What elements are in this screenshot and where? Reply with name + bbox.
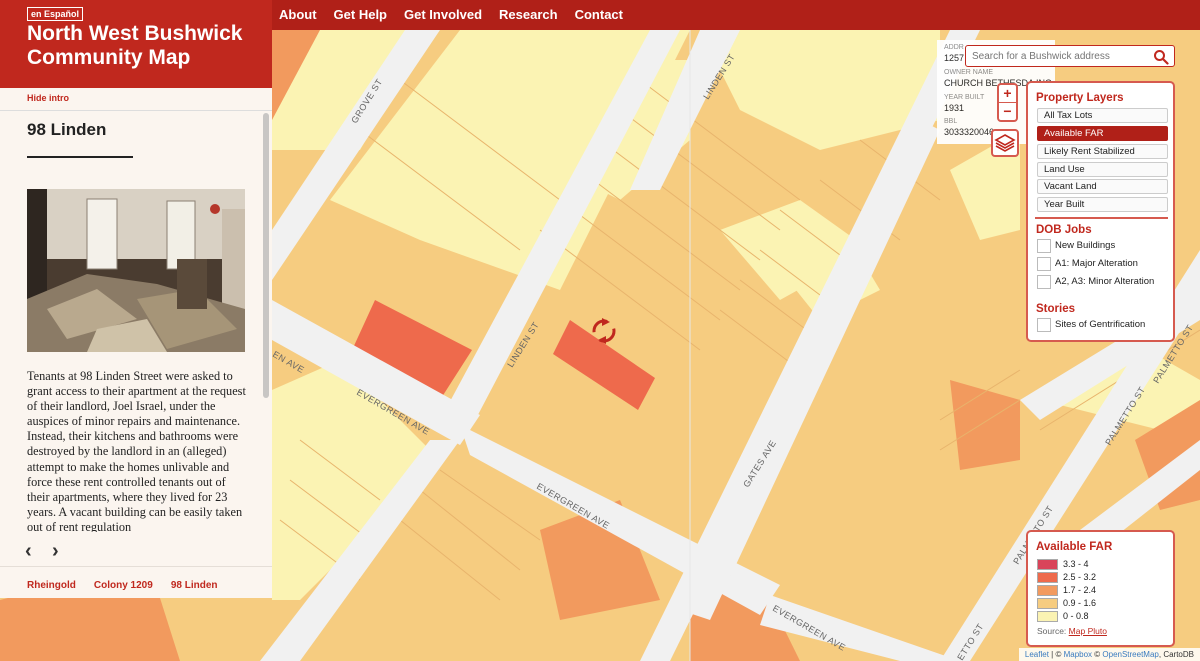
zoom-out-button[interactable]: − — [997, 102, 1018, 122]
legend-swatch — [1037, 598, 1058, 609]
layers-toggle-button[interactable] — [991, 129, 1019, 157]
legend-label: 3.3 - 4 — [1063, 559, 1089, 569]
stories-heading: Stories — [1036, 303, 1075, 315]
legend-swatch — [1037, 585, 1058, 596]
legend-source: Source: Map Pluto — [1037, 626, 1107, 636]
legend-title: Available FAR — [1036, 541, 1113, 553]
zoom-in-button[interactable]: + — [997, 83, 1018, 104]
layers-icon — [994, 134, 1016, 152]
hide-intro-link[interactable]: Hide intro — [27, 93, 69, 103]
story-link-rheingold[interactable]: Rheingold — [27, 580, 76, 591]
nav-get-involved[interactable]: Get Involved — [404, 0, 482, 30]
leaflet-link[interactable]: Leaflet — [1025, 650, 1049, 659]
legend-swatch — [1037, 559, 1058, 570]
layer-all-tax-lots[interactable]: All Tax Lots — [1037, 108, 1168, 123]
layer-vacant-land[interactable]: Vacant Land — [1037, 179, 1168, 194]
layer-land-use[interactable]: Land Use — [1037, 162, 1168, 177]
legend-label: 2.5 - 3.2 — [1063, 572, 1097, 582]
checkbox-label: New Buildings — [1055, 240, 1116, 251]
search-input[interactable] — [972, 49, 1147, 63]
story-photo — [27, 189, 245, 352]
address-value: 1257 — [944, 53, 965, 63]
story-link-98-linden[interactable]: 98 Linden — [171, 580, 218, 591]
map-pluto-link[interactable]: Map Pluto — [1069, 626, 1107, 636]
layer-panel: Property Layers All Tax Lots Available F… — [1026, 81, 1175, 342]
legend-label: 0.9 - 1.6 — [1063, 598, 1097, 608]
owner-label: OWNER NAME — [944, 69, 993, 76]
site-title[interactable]: North West Bushwick Community Map — [27, 22, 242, 70]
bbl-label: BBL — [944, 118, 958, 125]
layer-year-built[interactable]: Year Built — [1037, 197, 1168, 212]
story-link-colony-1209[interactable]: Colony 1209 — [94, 580, 153, 591]
layer-available-far[interactable]: Available FAR — [1037, 126, 1168, 141]
legend-swatch — [1037, 611, 1058, 622]
year-built-label: YEAR BUILT — [944, 94, 985, 101]
checkbox[interactable] — [1037, 275, 1051, 289]
intro-scrollbar[interactable] — [262, 110, 270, 535]
language-toggle[interactable]: en Español — [27, 7, 84, 21]
checkbox[interactable] — [1037, 257, 1051, 271]
map-attribution: Leaflet | © Mapbox © OpenStreetMap, Cart… — [1018, 648, 1200, 661]
checkbox-label: A2, A3: Minor Alteration — [1055, 276, 1155, 287]
intro-panel: Hide intro 98 Linden Tenants at 98 Linde… — [0, 88, 272, 598]
checkbox[interactable] — [1037, 239, 1051, 253]
property-layers-heading: Property Layers — [1036, 92, 1124, 104]
site-brand: en Español North West Bushwick Community… — [0, 0, 272, 88]
layer-likely-rent-stabilized[interactable]: Likely Rent Stabilized — [1037, 144, 1168, 159]
divider — [0, 566, 272, 567]
story-body: Tenants at 98 Linden Street were asked t… — [27, 369, 246, 532]
nav-contact[interactable]: Contact — [575, 0, 623, 30]
address-label: ADDR — [944, 44, 964, 51]
checkbox-label: A1: Major Alteration — [1055, 258, 1138, 269]
divider — [0, 110, 272, 111]
source-prefix: Source: — [1037, 626, 1067, 636]
checkbox-label: Sites of Gentrification — [1055, 319, 1146, 330]
checkbox[interactable] — [1037, 318, 1051, 332]
legend-swatch — [1037, 572, 1058, 583]
legend-label: 1.7 - 2.4 — [1063, 585, 1097, 595]
legend-label: 0 - 0.8 — [1063, 611, 1089, 621]
year-built-value: 1931 — [944, 103, 965, 113]
next-story-icon[interactable]: › — [52, 540, 59, 563]
attribution-sep: | © — [1048, 650, 1064, 659]
osm-link[interactable]: OpenStreetMap — [1102, 650, 1158, 659]
main-nav: About Get Help Get Involved Research Con… — [279, 0, 640, 30]
attribution-tail: , CartoDB — [1158, 650, 1194, 659]
attribution-sep: © — [1092, 650, 1103, 659]
bbl-value: 3033320046 — [944, 127, 995, 137]
search-icon[interactable] — [1153, 49, 1169, 65]
story-links: Rheingold Colony 1209 98 Linden — [27, 580, 236, 591]
title-underline — [27, 156, 133, 158]
dob-jobs-heading: DOB Jobs — [1036, 224, 1092, 236]
scrollbar-thumb[interactable] — [263, 113, 269, 398]
story-title: 98 Linden — [27, 120, 107, 139]
address-search — [965, 45, 1175, 67]
nav-get-help[interactable]: Get Help — [334, 0, 387, 30]
nav-about[interactable]: About — [279, 0, 317, 30]
previous-story-icon[interactable]: ‹ — [25, 540, 32, 563]
nav-research[interactable]: Research — [499, 0, 558, 30]
site-title-line2: Community Map — [27, 46, 191, 69]
mapbox-link[interactable]: Mapbox — [1064, 650, 1092, 659]
far-legend: Available FAR 3.3 - 4 2.5 - 3.2 1.7 - 2.… — [1026, 530, 1175, 647]
divider — [1035, 217, 1168, 219]
site-title-line1: North West Bushwick — [27, 22, 243, 45]
